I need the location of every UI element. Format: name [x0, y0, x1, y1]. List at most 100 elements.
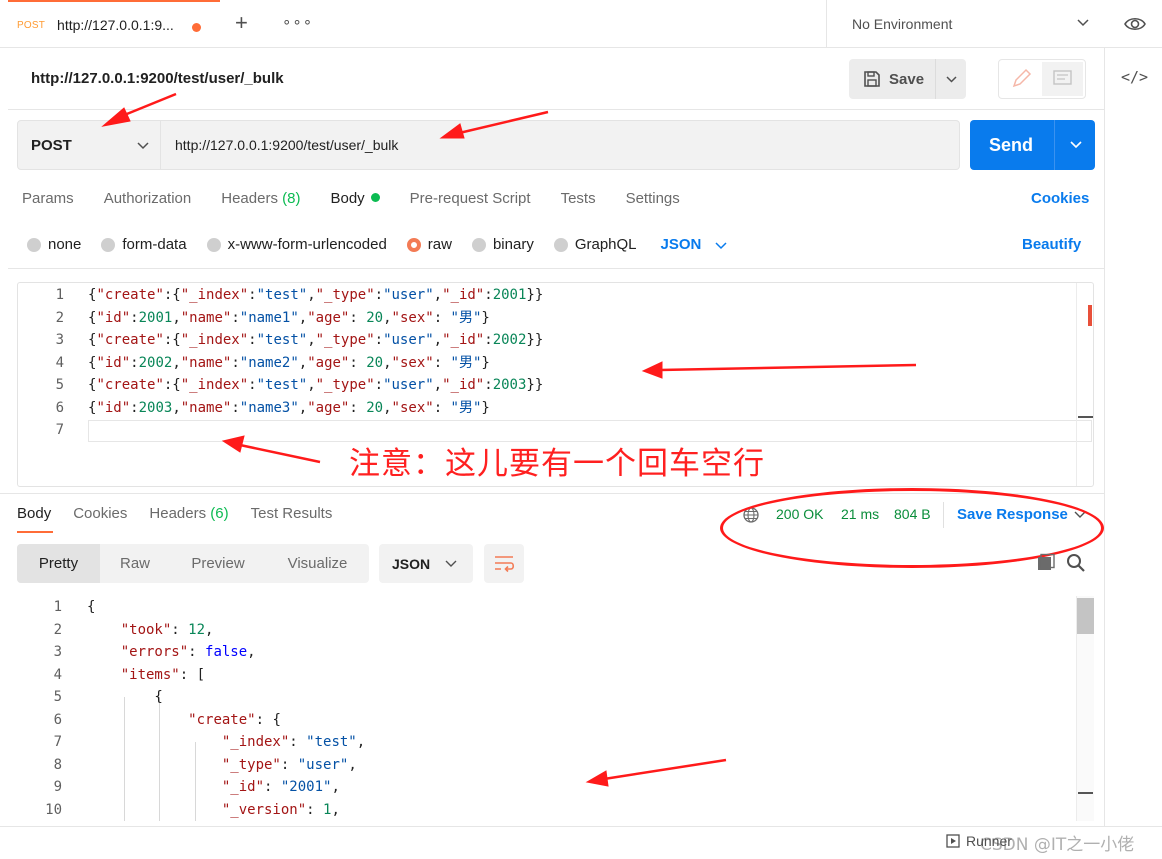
request-tab-active[interactable]: POST http://127.0.0.1:9...: [8, 0, 220, 48]
right-sidebar: [1104, 48, 1162, 859]
code-token: 20: [366, 399, 384, 416]
resp-tab-cookies[interactable]: Cookies: [73, 505, 127, 522]
code-token: :: [171, 621, 189, 638]
code-snippet-icon[interactable]: </>: [1121, 68, 1148, 86]
chevron-down-icon: [946, 76, 957, 83]
environment-select[interactable]: No Environment: [826, 0, 1104, 48]
method-select[interactable]: POST: [17, 120, 161, 170]
comment-icon: [1053, 70, 1072, 85]
radio-icon: [27, 237, 41, 252]
code-token: "test": [256, 287, 308, 303]
resp-tab-test-results[interactable]: Test Results: [251, 505, 333, 522]
send-options-button[interactable]: [1054, 120, 1095, 170]
search-icon[interactable]: [1065, 552, 1087, 574]
more-tabs-button[interactable]: ∘∘∘: [282, 13, 313, 31]
tab-params[interactable]: Params: [22, 190, 74, 207]
code-token: "_id": [221, 779, 265, 795]
code-token: :: [374, 287, 384, 303]
radio-icon: [206, 237, 221, 252]
body-type-options: none form-data x-www-form-urlencoded raw…: [27, 236, 727, 253]
tab-headers-label: Headers: [221, 190, 278, 207]
code-token: "男": [450, 399, 482, 416]
new-tab-button[interactable]: +: [235, 10, 248, 36]
save-button[interactable]: Save: [849, 59, 935, 99]
tab-pre-request-script[interactable]: Pre-request Script: [410, 190, 531, 207]
format-pretty[interactable]: Pretty: [17, 544, 100, 583]
body-type-label: x-www-form-urlencoded: [227, 236, 387, 253]
code-token: ,: [172, 354, 181, 371]
format-preview[interactable]: Preview: [170, 544, 266, 583]
url-input[interactable]: http://127.0.0.1:9200/test/user/_bulk: [161, 120, 960, 170]
body-type-none[interactable]: none: [27, 236, 81, 253]
tab-body[interactable]: Body: [330, 190, 380, 207]
copy-icon[interactable]: [1036, 553, 1056, 573]
code-token: }: [481, 354, 490, 371]
tab-settings[interactable]: Settings: [626, 190, 680, 207]
eye-icon[interactable]: [1122, 11, 1148, 37]
code-token: :: [231, 354, 240, 371]
code-token: 12: [188, 621, 206, 638]
body-type-binary[interactable]: binary: [471, 236, 534, 253]
divider: [8, 109, 1104, 110]
code-text: "_index": "test",: [87, 731, 365, 754]
code-token: "sex": [391, 354, 434, 371]
resp-tab-body[interactable]: Body: [17, 505, 51, 522]
line-number: 7: [53, 734, 62, 750]
code-text: "took": 12,: [87, 619, 214, 642]
edit-button[interactable]: [1001, 62, 1041, 96]
cookies-link[interactable]: Cookies: [1031, 190, 1089, 207]
code-token: "_index": [221, 734, 290, 750]
code-token: "_id": [442, 287, 485, 303]
code-token: "test": [306, 734, 357, 750]
response-format-select[interactable]: JSON: [379, 544, 473, 583]
request-tabs: Params Authorization Headers (8) Body Pr…: [22, 190, 710, 207]
save-options-button[interactable]: [935, 59, 966, 99]
body-type-label: raw: [427, 236, 452, 253]
code-token: "sex": [391, 309, 434, 326]
body-type-raw[interactable]: raw: [406, 236, 452, 253]
comments-button[interactable]: [1042, 62, 1083, 96]
send-button[interactable]: Send: [970, 120, 1054, 170]
tab-title: http://127.0.0.1:9...: [57, 17, 174, 33]
beautify-link[interactable]: Beautify: [1022, 236, 1081, 253]
format-visualize[interactable]: Visualize: [266, 544, 369, 583]
code-token: "name": [180, 354, 232, 371]
scrollbar-thumb[interactable]: [1077, 598, 1094, 634]
code-line: 3 "errors": false,: [17, 641, 1067, 664]
code-token: :: [248, 287, 257, 303]
body-type-label: form-data: [122, 236, 187, 253]
code-line: 4 {"id":2002,"name":"name2","age": 20,"se…: [18, 352, 1068, 374]
code-token: "id": [96, 354, 131, 371]
body-type-urlencoded[interactable]: x-www-form-urlencoded: [206, 236, 387, 253]
code-token: "user": [297, 756, 349, 773]
wrap-lines-button[interactable]: [484, 544, 524, 583]
response-body-viewer[interactable]: 1{2 "took": 12, 3 "errors": false, 4 "item…: [17, 596, 1094, 821]
body-format-select[interactable]: JSON: [661, 236, 728, 253]
code-token: ,: [383, 309, 392, 326]
code-token: : [: [179, 666, 206, 683]
code-token: : {: [255, 711, 281, 728]
code-token: ,: [433, 332, 443, 348]
tab-authorization[interactable]: Authorization: [104, 190, 192, 207]
tab-tests[interactable]: Tests: [561, 190, 596, 207]
resp-tab-headers[interactable]: Headers (6): [149, 505, 228, 522]
format-raw[interactable]: Raw: [100, 544, 170, 583]
chevron-down-icon: [715, 241, 727, 249]
code-token: }: [481, 399, 490, 416]
code-token: "name1": [239, 309, 299, 326]
line-number: 1: [53, 599, 62, 615]
code-token: "_id": [442, 377, 485, 393]
line-number: 4: [55, 354, 64, 371]
body-type-graphql[interactable]: GraphQL: [553, 236, 637, 253]
code-token: :: [349, 399, 367, 416]
tab-headers[interactable]: Headers (8): [221, 190, 300, 207]
body-type-form-data[interactable]: form-data: [101, 236, 187, 253]
code-token: :: [130, 354, 139, 371]
code-line: 3 {"create":{"_index":"test","_type":"use…: [18, 329, 1068, 351]
code-text: "_version": 1,: [87, 799, 340, 822]
code-text: {"create":{"_index":"test","_type":"user…: [88, 284, 543, 306]
code-token: :: [484, 377, 493, 393]
